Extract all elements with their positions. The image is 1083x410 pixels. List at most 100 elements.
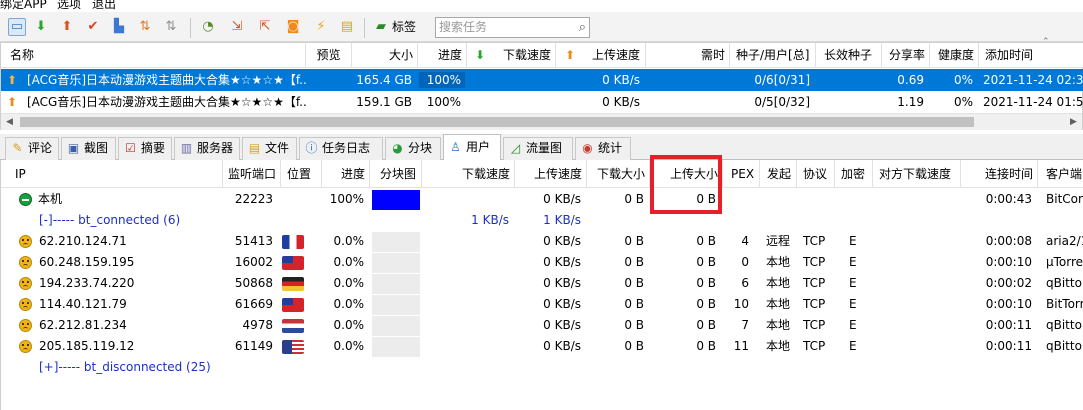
- col-name[interactable]: 名称: [1, 43, 306, 68]
- torrent-row[interactable]: ⬆ [ACG音乐]日本动漫游戏主题曲大合集★☆★☆★【f... 165.4 GB 10…: [1, 69, 1083, 91]
- peer-ip: 本机: [38, 192, 63, 206]
- peer-downloaded: 0 B: [624, 297, 644, 311]
- col-peer-upload-speed[interactable]: 上传速度: [515, 160, 587, 188]
- menu-exit[interactable]: 退出: [92, 0, 116, 11]
- tab-pie[interactable]: ◕ 分块: [385, 137, 441, 160]
- group-label[interactable]: [-]----- bt_connected (6): [35, 210, 235, 231]
- col-connect-time[interactable]: 连接时间: [961, 160, 1038, 188]
- priority-down-icon[interactable]: ⇅: [162, 18, 180, 36]
- col-progress[interactable]: 进度: [418, 43, 467, 68]
- upload-status-icon: ⬆: [7, 95, 18, 109]
- search-input[interactable]: 搜索任务 ⌕: [435, 17, 590, 38]
- peer-row[interactable]: 194.233.74.220 50868 0.0% 0 KB/s 0 B 0 B 6 本地 TC…: [1, 273, 1083, 294]
- tab-stats[interactable]: ◉ 统计: [575, 137, 631, 160]
- tab-info[interactable]: ⓘ 任务日志: [299, 137, 383, 160]
- menu-bind-app[interactable]: 绑定APP: [0, 0, 47, 11]
- col-initiator[interactable]: 发起: [760, 160, 797, 188]
- peer-pex: 11: [733, 339, 749, 353]
- col-health[interactable]: 健康度: [930, 43, 979, 68]
- tab-summary[interactable]: ☑ 摘要: [118, 137, 172, 160]
- col-preview[interactable]: 预览: [306, 43, 352, 68]
- col-location[interactable]: 位置: [281, 160, 322, 188]
- tab-label: 统计: [598, 141, 623, 155]
- local-peer-row[interactable]: 本机 22223 100% 0 KB/s 0 B 0 B 0:00:43 Bit…: [1, 189, 1083, 210]
- menu-options[interactable]: 选项: [57, 0, 81, 11]
- peer-pex: 6: [741, 276, 749, 290]
- col-upload-speed[interactable]: ⬆ 上传速度: [556, 43, 646, 68]
- peer-row[interactable]: 62.210.124.71 51413 0.0% 0 KB/s 0 B 0 B 4 远程 TCP…: [1, 231, 1083, 252]
- peer-port: 50868: [234, 276, 273, 290]
- notes-icon[interactable]: ▤: [338, 18, 356, 36]
- tab-comment[interactable]: ✎ 评论: [5, 137, 59, 160]
- torrent-row[interactable]: ⬆ [ACG音乐]日本动漫游戏主题曲大合集★☆★☆★【f... 159.1 GB 10…: [1, 91, 1083, 113]
- peer-status-icon: [19, 298, 32, 311]
- col-added[interactable]: 添加时间: [979, 43, 1083, 68]
- peer-initiator: 本地: [766, 297, 791, 311]
- server-icon: ▥: [180, 141, 193, 155]
- torrent-health: 0%: [953, 73, 973, 87]
- upload-icon[interactable]: ⬆: [58, 18, 76, 36]
- peer-progress: 0.0%: [333, 339, 365, 353]
- user-icon: ♙: [450, 140, 461, 154]
- col-download-speed[interactable]: ⬇ 下载速度: [467, 43, 556, 68]
- col-long-seed[interactable]: 长效种子: [816, 43, 882, 68]
- download-icon[interactable]: ⬇: [32, 18, 50, 36]
- new-torrent-icon[interactable]: ▭: [8, 18, 26, 36]
- file-icon[interactable]: ▙: [110, 18, 128, 36]
- peer-row[interactable]: 60.248.159.195 16002 0.0% 0 KB/s 0 B 0 B 0 本地 TC…: [1, 252, 1083, 273]
- rss-icon[interactable]: ◙: [284, 18, 302, 36]
- col-protocol[interactable]: 协议: [797, 160, 835, 188]
- highlight-annotation: [650, 155, 722, 214]
- export-icon[interactable]: ⇱: [256, 18, 274, 36]
- col-ip[interactable]: IP: [1, 160, 223, 188]
- peer-row[interactable]: 114.40.121.79 61669 0.0% 0 KB/s 0 B 0 B 10 本地 TC…: [1, 294, 1083, 315]
- tab-user[interactable]: ♙ 用户: [443, 134, 501, 161]
- col-eta[interactable]: 需时: [646, 43, 730, 68]
- tag-button[interactable]: 标签: [392, 19, 416, 35]
- torrent-upload-speed: 0 KB/s: [602, 95, 640, 109]
- peer-ip: 205.185.119.12: [39, 339, 135, 353]
- scrollbar-thumb[interactable]: [20, 117, 974, 127]
- tab-server[interactable]: ▥ 服务器: [174, 137, 240, 160]
- col-peer-progress[interactable]: 进度: [322, 160, 370, 188]
- col-size[interactable]: 大小: [352, 43, 418, 68]
- connected-group-row[interactable]: [-]----- bt_connected (6) 1 KB/s 1 KB/s: [1, 210, 1083, 231]
- col-peer-download-speed[interactable]: 下载速度: [422, 160, 515, 188]
- tab-label: 评论: [28, 141, 53, 155]
- peer-status-icon: [19, 319, 32, 332]
- peer-downloaded: 0 B: [624, 192, 644, 206]
- scroll-right-icon[interactable]: ▶: [1065, 114, 1082, 130]
- col-ratio[interactable]: 分享率: [882, 43, 930, 68]
- search-icon[interactable]: ⌕: [579, 18, 586, 37]
- peer-encryption: E: [849, 276, 857, 290]
- scroll-left-icon[interactable]: ◀: [1, 114, 18, 130]
- peer-row[interactable]: 62.212.81.234 4978 0.0% 0 KB/s 0 B 0 B 7 本地 TCP E…: [1, 315, 1083, 336]
- col-port[interactable]: 监听端口: [223, 160, 281, 188]
- col-client[interactable]: 客户端: [1038, 160, 1083, 188]
- peer-upload-speed: 0 KB/s: [543, 192, 581, 206]
- tab-chart[interactable]: ◿ 流量图: [503, 137, 573, 160]
- file-icon: ▤: [248, 141, 261, 155]
- peer-row[interactable]: 205.185.119.12 61149 0.0% 0 KB/s 0 B 0 B 11 本地 T…: [1, 336, 1083, 357]
- group-label[interactable]: [+]----- bt_disconnected (25): [35, 357, 275, 378]
- col-downloaded[interactable]: 下载大小: [587, 160, 650, 188]
- peer-uploaded: 0 B: [696, 276, 716, 290]
- import-icon[interactable]: ⇲: [228, 18, 246, 36]
- speed-limit-icon[interactable]: ◔: [199, 18, 217, 36]
- col-seeds-peers[interactable]: 种子/用户[总]: [730, 43, 816, 68]
- plugin-icon[interactable]: ⚡: [312, 18, 330, 36]
- horizontal-scrollbar[interactable]: ◀ ▶: [1, 113, 1082, 130]
- col-pex[interactable]: PEX: [723, 160, 760, 188]
- check-icon[interactable]: ✔: [84, 18, 102, 36]
- peer-progress: 0.0%: [333, 276, 365, 290]
- priority-up-icon[interactable]: ⇅: [136, 18, 154, 36]
- peer-connect-time: 0:00:02: [985, 276, 1032, 290]
- col-remote-download-speed[interactable]: 对方下载速度: [873, 160, 961, 188]
- disconnected-group-row[interactable]: [+]----- bt_disconnected (25): [1, 357, 1083, 378]
- tab-file[interactable]: ▤ 文件: [242, 137, 297, 160]
- col-piece-map[interactable]: 分块图: [370, 160, 422, 188]
- tab-screenshot[interactable]: ▣ 截图: [61, 137, 116, 160]
- col-encryption[interactable]: 加密: [835, 160, 873, 188]
- piece-map-bar: [372, 316, 420, 336]
- peer-protocol: TCP: [803, 276, 826, 290]
